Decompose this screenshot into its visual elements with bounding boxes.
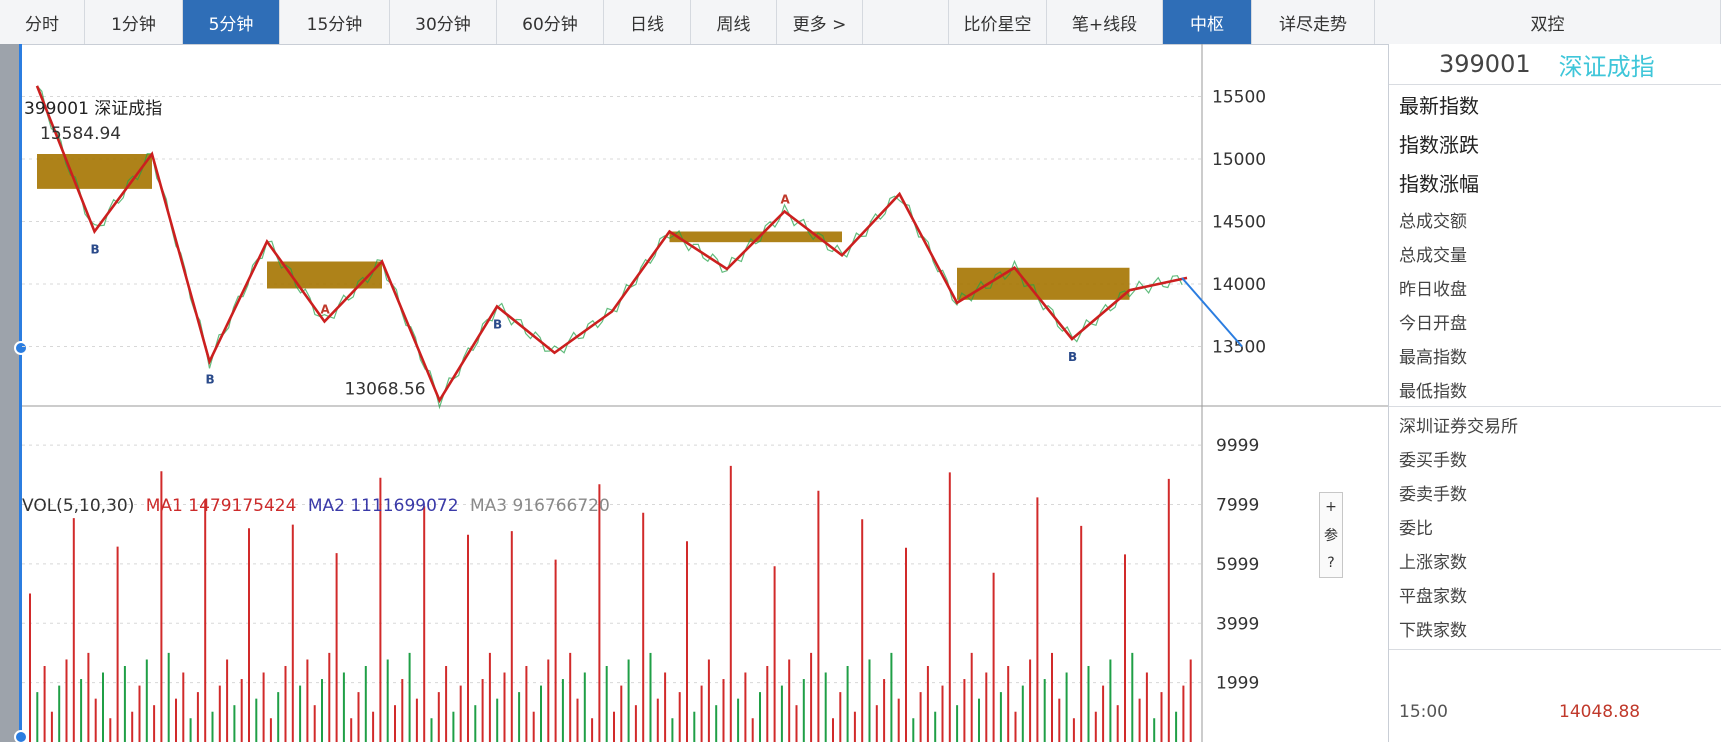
tab-zhongshu[interactable]: 中枢 — [1163, 0, 1252, 44]
field-prev-close: 昨日收盘 — [1399, 279, 1467, 300]
field-up-count: 上涨家数 — [1399, 552, 1467, 573]
kline-chart-area[interactable]: 15500 15000 14500 14000 13500 9999 7999 5999 399… — [22, 44, 1388, 742]
tab-xiangjin[interactable]: 详尽走势 — [1252, 0, 1375, 44]
tab-fenshi[interactable]: 分时 — [0, 0, 85, 44]
vol-help-button[interactable]: ? — [1320, 549, 1342, 577]
vol-ma3: MA3 916766720 — [469, 496, 610, 516]
tab-bijia[interactable]: 比价星空 — [949, 0, 1047, 44]
vol-ma2: MA2 1111699072 — [307, 496, 459, 516]
high-price-label: 15584.94 — [40, 124, 122, 144]
volume-legend: VOL(5,10,30) MA1 1479175424 MA2 11116990… — [22, 496, 610, 516]
tab-spacer — [863, 0, 949, 44]
panel-code: 399001 — [1439, 50, 1531, 78]
field-ask-hands: 委卖手数 — [1399, 484, 1467, 505]
field-lowest: 最低指数 — [1399, 381, 1467, 402]
field-index-change: 指数涨跌 — [1399, 133, 1479, 157]
vol-add-button[interactable]: + — [1320, 493, 1342, 521]
volume-tick-label: 1999 — [1216, 674, 1259, 694]
price-tick-label: 15500 — [1212, 88, 1266, 108]
volume-tick-label: 3999 — [1216, 614, 1259, 634]
tab-5min[interactable]: 5分钟 — [183, 0, 280, 44]
bi-stroke-line — [35, 85, 1188, 404]
tab-bi-xianduan[interactable]: 笔+线段 — [1047, 0, 1163, 44]
chart-symbol-title: 399001 深证成指 — [24, 99, 163, 119]
field-down-count: 下跌家数 — [1399, 620, 1467, 641]
tick-time: 15:00 — [1399, 702, 1448, 722]
tab-daily[interactable]: 日线 — [604, 0, 691, 44]
last-tick-row: 15:00 14048.88 — [1399, 702, 1721, 722]
panel-title: 399001 深证成指 — [1389, 44, 1721, 85]
vol-ma1: MA1 1479175424 — [145, 496, 297, 516]
signal-label: A — [321, 303, 331, 317]
field-total-amount: 总成交额 — [1399, 211, 1467, 232]
zhongshu-box — [37, 154, 152, 189]
signal-label: B — [91, 243, 100, 257]
field-exchange: 深圳证券交易所 — [1389, 406, 1721, 441]
price-tick-label: 14000 — [1212, 275, 1266, 295]
volume-tick-label: 9999 — [1216, 436, 1259, 456]
field-index-pct: 指数涨幅 — [1399, 172, 1479, 196]
field-today-open: 今日开盘 — [1399, 313, 1467, 334]
signal-label: A — [781, 193, 791, 207]
panel-divider — [1389, 649, 1721, 650]
volume-tick-label: 7999 — [1216, 495, 1259, 515]
volume-tool-buttons: + 参 ? — [1319, 492, 1343, 578]
tab-60min[interactable]: 60分钟 — [497, 0, 604, 44]
tab-more[interactable]: 更多 > — [777, 0, 863, 44]
field-flat-count: 平盘家数 — [1399, 586, 1467, 607]
volume-tick-label: 5999 — [1216, 555, 1259, 575]
price-tick-label: 15000 — [1212, 150, 1266, 170]
tab-1min[interactable]: 1分钟 — [85, 0, 183, 44]
panel-name[interactable]: 深证成指 — [1559, 47, 1655, 82]
vol-name: VOL(5,10,30) — [22, 496, 135, 516]
tab-15min[interactable]: 15分钟 — [280, 0, 390, 44]
tab-shuangkong[interactable]: 双控 — [1375, 0, 1721, 44]
field-highest: 最高指数 — [1399, 347, 1467, 368]
field-total-volume: 总成交量 — [1399, 245, 1467, 266]
chart-canvas: 15500 15000 14500 14000 13500 9999 7999 5999 399… — [22, 44, 1388, 742]
price-tick-label: 14500 — [1212, 213, 1266, 233]
signal-label: B — [1068, 350, 1077, 364]
tab-weekly[interactable]: 周线 — [691, 0, 777, 44]
quote-panel: 399001 深证成指 最新指数 指数涨跌 指数涨幅 总成交额 总成交量 昨日收… — [1388, 44, 1721, 742]
tab-30min[interactable]: 30分钟 — [390, 0, 497, 44]
vol-param-button[interactable]: 参 — [1320, 521, 1342, 549]
field-latest-index: 最新指数 — [1399, 94, 1479, 118]
signal-label: B — [206, 373, 215, 387]
price-tick-label: 13500 — [1212, 338, 1266, 358]
tick-value: 14048.88 — [1559, 702, 1641, 722]
low-price-label: 13068.56 — [345, 379, 426, 399]
signal-label: B — [493, 318, 502, 332]
field-weibi: 委比 — [1399, 518, 1433, 539]
field-bid-hands: 委买手数 — [1399, 450, 1467, 471]
left-scroll-bar[interactable] — [0, 44, 22, 742]
period-tabbar: 分时 1分钟 5分钟 15分钟 30分钟 60分钟 日线 周线 更多 > 比价星… — [0, 0, 1721, 45]
